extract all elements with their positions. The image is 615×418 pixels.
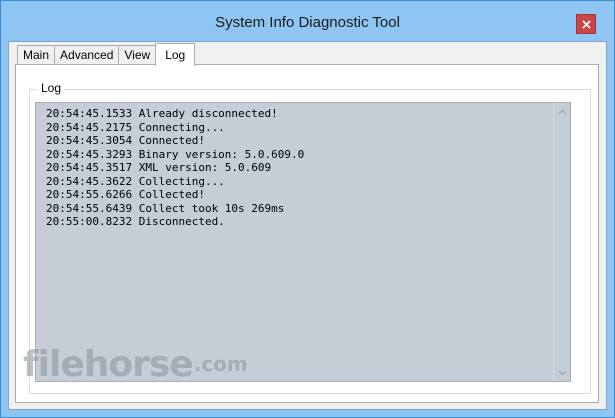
client-area: Main Advanced View Log Log 20:54:45.1533… <box>8 41 607 410</box>
log-line: 20:54:45.3622 Collecting... <box>46 174 225 188</box>
tab-log[interactable]: Log <box>155 43 196 66</box>
tab-strip: Main Advanced View Log <box>17 43 196 66</box>
log-line: 20:54:55.6266 Collected! <box>46 188 205 201</box>
log-vertical-scrollbar[interactable] <box>553 103 570 381</box>
scroll-down-button[interactable] <box>554 364 570 381</box>
log-line: 20:54:45.3054 Connected! <box>46 134 205 147</box>
chevron-down-icon <box>558 370 566 375</box>
chevron-up-icon <box>558 109 566 114</box>
tab-main[interactable]: Main <box>17 45 56 65</box>
log-line: 20:54:55.6439 Collect took 10s 269ms <box>46 201 285 215</box>
tab-advanced[interactable]: Advanced <box>54 45 120 65</box>
scroll-up-button[interactable] <box>554 103 570 120</box>
log-lines: 20:54:45.1533 Already disconnected! 20:5… <box>46 107 304 229</box>
log-line: 20:54:45.3293 Binary version: 5.0.609.0 <box>46 147 305 161</box>
log-line: 20:54:45.2175 Connecting... <box>46 120 225 134</box>
tab-view[interactable]: View <box>118 45 157 65</box>
window-title: System Info Diagnostic Tool <box>215 14 400 31</box>
title-bar[interactable]: System Info Diagnostic Tool <box>1 1 614 41</box>
log-textarea[interactable]: 20:54:45.1533 Already disconnected! 20:5… <box>35 102 571 382</box>
app-window: System Info Diagnostic Tool Main Advance… <box>0 0 615 418</box>
close-button[interactable] <box>576 14 596 34</box>
log-tab-page: Log 20:54:45.1533 Already disconnected! … <box>15 64 599 403</box>
log-line: 20:54:45.3517 XML version: 5.0.609 <box>46 161 272 174</box>
log-line: 20:54:45.1533 Already disconnected! <box>46 107 278 120</box>
close-icon <box>581 19 591 29</box>
log-group-label: Log <box>38 81 65 95</box>
log-groupbox: Log 20:54:45.1533 Already disconnected! … <box>29 81 591 394</box>
scroll-track[interactable] <box>554 120 570 364</box>
log-line: 20:55:00.8232 Disconnected. <box>46 215 225 228</box>
